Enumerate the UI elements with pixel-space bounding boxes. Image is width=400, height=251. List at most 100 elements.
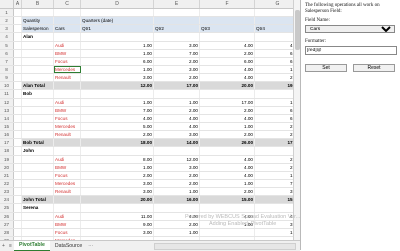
- grid-cell[interactable]: Mercedes: [54, 122, 81, 131]
- grid-cell[interactable]: [14, 17, 22, 25]
- grid-cell[interactable]: 1.00: [154, 98, 200, 106]
- grid-cell[interactable]: [22, 74, 54, 82]
- grid-cell[interactable]: 8.00: [81, 155, 154, 163]
- grid-cell[interactable]: [22, 122, 54, 131]
- grid-cell[interactable]: Audi: [54, 98, 81, 106]
- row-header[interactable]: 21: [0, 171, 14, 179]
- grid-cell[interactable]: 2.00: [200, 131, 255, 139]
- grid-cell[interactable]: Focus: [54, 114, 81, 122]
- grid-cell[interactable]: [14, 82, 22, 90]
- grid-cell[interactable]: 3.00: [154, 131, 200, 139]
- grid-cell[interactable]: [154, 9, 200, 17]
- grid-cell[interactable]: [14, 57, 22, 65]
- grid-cell[interactable]: [14, 171, 22, 179]
- grid-cell[interactable]: 3.00: [81, 228, 154, 236]
- grid-cell[interactable]: 6.00: [255, 115, 293, 122]
- grid-cell[interactable]: [154, 204, 200, 212]
- spreadsheet[interactable]: ABCDEFG 1 2 Quantity Quarters (date) 3 Salesp…: [0, 0, 293, 240]
- row-header[interactable]: 1: [0, 9, 14, 17]
- set-button[interactable]: Set: [305, 64, 347, 72]
- grid-cell[interactable]: 4.00: [200, 65, 255, 74]
- grid-cell[interactable]: 17.00: [255, 139, 293, 147]
- row-header[interactable]: 20: [0, 163, 14, 171]
- grid-cell[interactable]: [255, 17, 293, 25]
- grid-cell[interactable]: 2.00: [255, 156, 293, 163]
- column-header-b[interactable]: B: [22, 0, 54, 8]
- grid-cell[interactable]: 1.00: [255, 172, 293, 179]
- row-header[interactable]: 27: [0, 220, 14, 228]
- grid-cell[interactable]: [22, 49, 54, 57]
- grid-cell[interactable]: 4.00: [200, 155, 255, 163]
- grid-cell[interactable]: 1.00: [255, 66, 293, 73]
- grid-cell[interactable]: Bob Total: [22, 139, 54, 147]
- grid-cell[interactable]: 17.00: [154, 82, 200, 90]
- row-header[interactable]: 13: [0, 106, 14, 114]
- grid-cell[interactable]: [14, 49, 22, 57]
- grid-cell[interactable]: [200, 33, 255, 41]
- grid-cell[interactable]: [81, 204, 154, 212]
- grid-cell[interactable]: 2.00: [200, 188, 255, 196]
- grid-cell[interactable]: Bob: [22, 90, 54, 98]
- grid-cell[interactable]: 2.00: [154, 57, 200, 65]
- grid-cell[interactable]: 2.00: [255, 131, 293, 138]
- grid-cell[interactable]: Salesperson: [22, 25, 54, 33]
- grid-cell[interactable]: 4.00: [154, 122, 200, 131]
- grid-cell[interactable]: [22, 131, 54, 139]
- grid-cell[interactable]: [255, 33, 293, 40]
- grid-cell[interactable]: [22, 212, 54, 220]
- grid-cell[interactable]: 16.00: [154, 196, 200, 204]
- row-header[interactable]: 14: [0, 114, 14, 122]
- grid-cell[interactable]: Qtr1: [81, 25, 154, 33]
- grid-cell[interactable]: [22, 65, 54, 74]
- grid-cell[interactable]: Renault: [54, 131, 81, 139]
- grid-cell[interactable]: [200, 9, 255, 17]
- field-name-select[interactable]: Cars: [305, 25, 395, 33]
- grid-cell[interactable]: [22, 41, 54, 49]
- row-header[interactable]: 10: [0, 82, 14, 90]
- grid-cell[interactable]: [14, 204, 22, 212]
- grid-cell[interactable]: [22, 188, 54, 196]
- grid-cell[interactable]: 4.00: [200, 41, 255, 49]
- grid-cell[interactable]: [14, 228, 22, 236]
- grid-cell[interactable]: BMW: [54, 163, 81, 171]
- grid-cell[interactable]: [54, 90, 81, 98]
- grid-cell[interactable]: [14, 106, 22, 114]
- grid-cell[interactable]: [14, 212, 22, 220]
- grid-cell[interactable]: [81, 9, 154, 17]
- column-header-d[interactable]: D: [81, 0, 154, 8]
- grid-cell[interactable]: 11.00: [81, 212, 154, 220]
- grid-cell[interactable]: 2.00: [154, 74, 200, 82]
- grid-cell[interactable]: 1.00: [255, 99, 293, 106]
- grid-cell[interactable]: [255, 204, 293, 211]
- grid-cell[interactable]: Audi: [54, 41, 81, 49]
- grid-cell[interactable]: 2.00: [200, 106, 255, 114]
- grid-cell[interactable]: 17.00: [200, 98, 255, 106]
- grid-cell[interactable]: [154, 147, 200, 155]
- grid-cell[interactable]: Serena: [22, 204, 54, 212]
- grid-cell[interactable]: 3.00: [81, 74, 154, 82]
- grid-cell[interactable]: 6.00: [255, 107, 293, 114]
- grid-cell[interactable]: [14, 139, 22, 147]
- grid-cell[interactable]: 5.00: [81, 122, 154, 131]
- grid-cell[interactable]: [154, 17, 200, 25]
- grid-cell[interactable]: Focus: [54, 228, 81, 236]
- grid-cell[interactable]: 6.00: [255, 58, 293, 65]
- row-header[interactable]: 24: [0, 196, 14, 204]
- grid-cell[interactable]: [200, 204, 255, 212]
- row-header[interactable]: 16: [0, 131, 14, 139]
- grid-cell[interactable]: [22, 171, 54, 179]
- grid-cell[interactable]: Alan: [22, 33, 54, 41]
- grid-cell[interactable]: 1.00: [154, 188, 200, 196]
- grid-cell[interactable]: 3.00: [81, 179, 154, 188]
- grid-cell[interactable]: [154, 33, 200, 41]
- row-header[interactable]: 11: [0, 90, 14, 98]
- grid-cell[interactable]: 4.00: [154, 114, 200, 122]
- grid-cell[interactable]: Qtr2: [154, 25, 200, 33]
- grid-cell[interactable]: [14, 25, 22, 33]
- grid-cell[interactable]: 4.00: [255, 42, 293, 49]
- row-header[interactable]: 2: [0, 17, 14, 25]
- grid-cell[interactable]: 2.00: [255, 164, 293, 171]
- row-header[interactable]: 19: [0, 155, 14, 163]
- grid-cell[interactable]: Qtr4: [255, 25, 293, 33]
- grid-cell[interactable]: [14, 147, 22, 155]
